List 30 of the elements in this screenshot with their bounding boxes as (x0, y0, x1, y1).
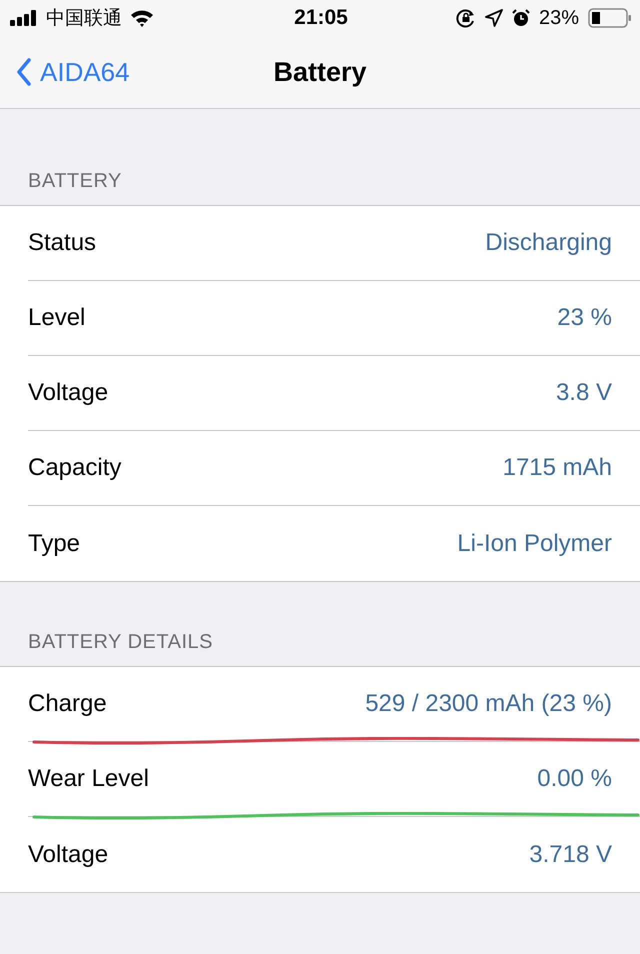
row-value: 23 % (557, 304, 612, 332)
back-button[interactable]: AIDA64 (0, 56, 130, 88)
row-value: 529 / 2300 mAh (23 %) (365, 690, 612, 718)
chevron-left-icon (16, 58, 32, 86)
rotation-lock-icon (456, 8, 476, 28)
battery-percent: 23% (538, 6, 579, 30)
row-label: Capacity (28, 454, 122, 482)
clock-time: 21:05 (294, 6, 348, 30)
row-value: Discharging (485, 229, 612, 257)
row-value: 0.00 % (537, 765, 612, 793)
row-value: 3.8 V (556, 379, 612, 407)
row-value: Li-Ion Polymer (457, 530, 612, 558)
row-value: 1715 mAh (502, 454, 612, 482)
section-header: BATTERY DETAILS (28, 631, 213, 654)
row-label: Level (28, 304, 86, 332)
row-label: Status (28, 229, 96, 257)
row-label: Charge (28, 690, 107, 718)
row-label: Voltage (28, 840, 108, 868)
battery-icon (588, 8, 632, 28)
row-label: Wear Level (28, 765, 149, 793)
wifi-icon (130, 9, 154, 27)
signal-icon (10, 10, 38, 26)
screen-title: Battery (273, 56, 367, 88)
row-value: 3.718 V (529, 840, 612, 868)
row-label: Voltage (28, 379, 108, 407)
alarm-clock-icon (512, 9, 530, 27)
location-arrow-icon (484, 9, 503, 27)
carrier-name: 中国联通 (46, 6, 122, 31)
section-header: BATTERY (28, 170, 122, 193)
row-label: Type (28, 530, 80, 558)
